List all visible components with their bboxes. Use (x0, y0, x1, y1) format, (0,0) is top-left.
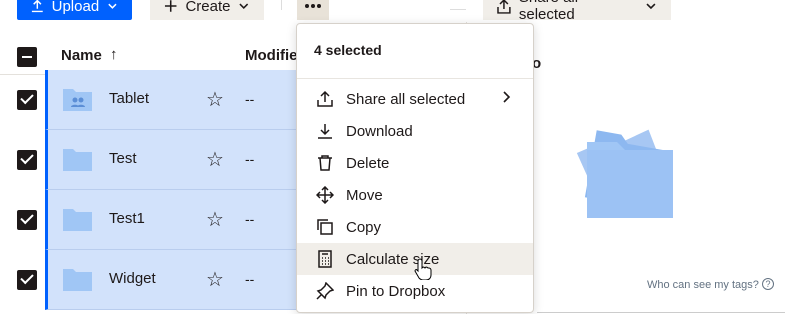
menu-item-move[interactable]: Move (297, 179, 533, 211)
create-button[interactable]: Create (150, 0, 264, 20)
menu-item-copy[interactable]: Copy (297, 211, 533, 243)
create-label: Create (185, 0, 231, 15)
table-row[interactable]: Tablet ☆ -- (0, 70, 300, 130)
upload-button[interactable]: Upload (17, 0, 132, 20)
upload-icon (31, 0, 43, 13)
more-icon (305, 4, 321, 8)
pin-icon (316, 282, 334, 300)
name-column-header[interactable]: Name (61, 47, 102, 64)
panel-divider (537, 312, 785, 313)
table-row[interactable]: Widget ☆ -- (0, 250, 300, 310)
menu-item-label: Move (346, 187, 383, 204)
star-icon[interactable]: ☆ (206, 147, 224, 172)
calculator-icon (318, 250, 332, 268)
who-can-see-tags-link[interactable]: Who can see my tags? (647, 279, 759, 291)
row-name[interactable]: Test (109, 150, 137, 167)
table-row[interactable]: Test ☆ -- (0, 130, 300, 190)
star-icon[interactable]: ☆ (206, 207, 224, 232)
folders-stack-illustration (576, 129, 673, 218)
share-icon (497, 0, 511, 14)
folder-icon (63, 269, 92, 291)
share-all-selected-button[interactable]: Share all selected (483, 0, 671, 23)
star-icon[interactable]: ☆ (206, 87, 224, 112)
trash-icon (318, 155, 332, 171)
row-name[interactable]: Test1 (109, 210, 145, 227)
move-icon (316, 186, 334, 204)
row-modified: -- (245, 211, 255, 227)
chevron-down-icon (108, 3, 117, 9)
folder-icon (63, 149, 92, 171)
row-modified: -- (245, 271, 255, 287)
menu-title: 4 selected (314, 42, 382, 58)
sort-ascending-icon[interactable]: ↑ (110, 46, 118, 63)
menu-item-delete[interactable]: Delete (297, 147, 533, 179)
chevron-down-icon (646, 3, 656, 10)
row-checkbox[interactable] (17, 90, 37, 110)
menu-item-label: Delete (346, 155, 390, 172)
toolbar-divider-line (450, 9, 466, 10)
row-modified: -- (245, 91, 255, 107)
upload-label: Upload (51, 0, 100, 15)
menu-item-label: Share all selected (346, 91, 466, 108)
chevron-right-icon (503, 91, 511, 103)
copy-icon (317, 219, 333, 235)
row-name[interactable]: Tablet (109, 90, 149, 107)
share-icon (317, 90, 333, 107)
shared-folder-icon (63, 89, 92, 111)
menu-item-share-all-selected[interactable]: Share all selected (297, 83, 533, 115)
download-icon (318, 124, 332, 139)
folder-icon (63, 209, 92, 231)
hand-cursor-icon (414, 258, 432, 280)
more-actions-button[interactable] (297, 0, 329, 20)
chevron-down-icon (239, 3, 249, 10)
menu-divider (297, 78, 533, 79)
plus-icon (164, 0, 177, 12)
menu-item-label: Download (346, 123, 413, 140)
row-name[interactable]: Widget (109, 270, 156, 287)
modified-column-header[interactable]: Modifie (245, 47, 298, 64)
star-icon[interactable]: ☆ (206, 267, 224, 292)
toolbar-divider (281, 0, 282, 10)
menu-item-label: Pin to Dropbox (346, 283, 446, 300)
select-all-checkbox[interactable] (17, 47, 37, 67)
row-modified: -- (245, 151, 255, 167)
help-icon[interactable]: ? (762, 278, 774, 290)
share-all-selected-label: Share all selected (518, 0, 578, 23)
row-checkbox[interactable] (17, 210, 37, 230)
table-row[interactable]: Test1 ☆ -- (0, 190, 300, 250)
row-checkbox[interactable] (17, 150, 37, 170)
menu-item-label: Copy (346, 219, 382, 236)
row-checkbox[interactable] (17, 270, 37, 290)
menu-item-download[interactable]: Download (297, 115, 533, 147)
